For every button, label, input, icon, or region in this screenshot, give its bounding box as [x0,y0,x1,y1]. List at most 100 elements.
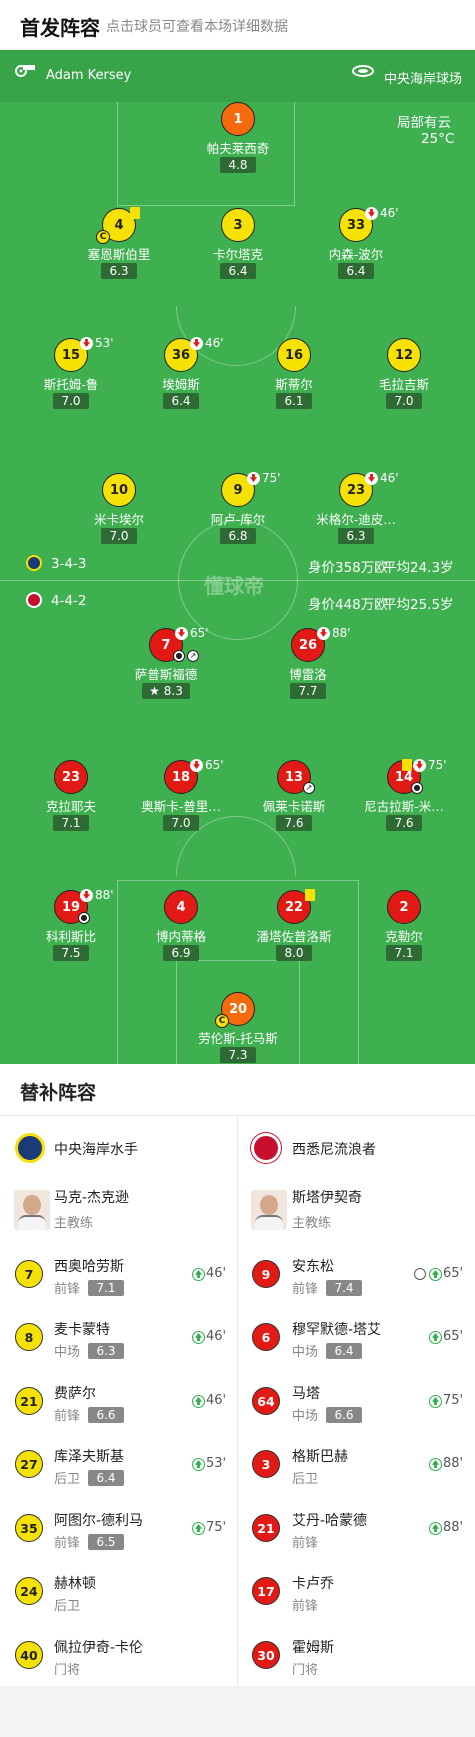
sub-number: 24 [15,1577,43,1605]
captain-icon: C [96,230,110,244]
home-team-badge-icon [26,555,42,571]
sub-name: 格斯巴赫 [292,1449,348,1465]
away-player-20[interactable]: 20 劳伦斯-托马斯 7.3 C [178,992,298,1064]
away-player-14[interactable]: 14 尼古拉斯-米… 7.6 75' ● [344,758,464,836]
player-name: 萨普斯福德 [134,667,198,682]
away-player-26[interactable]: 26 博雷洛 7.7 88' [248,626,368,704]
away-team-name[interactable]: 西悉尼流浪者 [292,1139,376,1159]
sub-minute: 53' [206,1456,227,1471]
sub-position: 中场 [54,1345,81,1360]
home-player-1[interactable]: 1 帕夫莱西奇 4.8 [178,102,298,178]
sub-off-icon [365,472,378,485]
sub-on-icon [429,1458,442,1471]
sub-number: 17 [252,1577,280,1605]
sub-number: 64 [252,1387,280,1415]
player-name: 卡尔塔克 [212,247,263,262]
sub-position: 中场 [292,1345,319,1360]
home-player-10[interactable]: 10 米卡埃尔 7.0 [59,473,179,549]
sub-name: 赫林顿 [54,1576,96,1592]
sub-on-icon [192,1268,205,1281]
home-coach-role: 主教练 [54,1216,94,1231]
away-player-23[interactable]: 23 克拉耶夫 7.1 [11,760,131,836]
sub-name: 麦卡蒙特 [54,1322,110,1338]
away-player-4[interactable]: 4 博内蒂格 6.9 [121,890,241,966]
whistle-icon [15,65,35,77]
home-player-4[interactable]: 4 塞恩斯伯里 6.3 C [59,207,179,284]
away-coach-name[interactable]: 斯塔伊契奇 [292,1187,362,1207]
pitch: Adam Kersey 中央海岸球场 局部有云 25°C 懂球帝 3-4-3 身… [0,50,475,1064]
player-name: 阿卢-库尔 [210,512,266,527]
home-average-age: 平均24.3岁 [383,560,454,576]
player-rating: 7.0 [386,393,422,409]
sub-rating: 6.5 [88,1534,124,1550]
away-player-2[interactable]: 2 克勒尔 7.1 [344,890,464,966]
sub-number: 27 [15,1450,43,1478]
sub-minute: 65' [190,626,209,640]
away-player-19[interactable]: 19 科利斯比 7.5 88' ● [11,888,131,966]
sub-minute: 46' [206,1393,227,1408]
sub-rating: 7.1 [88,1280,124,1296]
sub-off-icon [175,627,188,640]
captain-icon: C [215,1014,229,1028]
sub-number: 9 [252,1260,280,1288]
sub-number: 7 [15,1260,43,1288]
player-name: 克勒尔 [385,929,423,944]
sub-minute: 46' [206,1266,227,1281]
sub-name: 穆罕默德-塔艾 [292,1322,382,1338]
player-rating: 7.6 [276,815,312,831]
home-team-name[interactable]: 中央海岸水手 [54,1139,138,1159]
yellow-card-icon [130,207,140,219]
sub-off-icon [247,472,260,485]
player-rating: 7.1 [53,815,89,831]
player-rating: 7.0 [53,393,89,409]
player-rating: 7.0 [163,815,199,831]
home-team-logo-icon [15,1133,45,1163]
sub-minute: 46' [380,471,399,485]
away-player-7[interactable]: 7 萨普斯福德 ★ 8.3 65' ● ↗ [106,626,226,704]
sub-position: 后卫 [54,1472,81,1487]
player-rating: 7.1 [386,945,422,961]
home-player-9[interactable]: 9 阿卢-库尔 6.8 75' [178,471,298,549]
away-team-badge-icon [26,592,42,608]
away-coach-role: 主教练 [292,1216,332,1231]
player-rating: 7.5 [53,945,89,961]
player-name: 塞恩斯伯里 [87,247,151,262]
player-name: 米卡埃尔 [93,512,144,527]
player-number: 1 [221,102,255,136]
away-market-value: 身价448万欧 [308,597,388,613]
sub-off-icon [80,337,93,350]
away-player-13[interactable]: 13 佩莱卡诺斯 7.6 ↗ [234,760,354,836]
match-info-bar: Adam Kersey 中央海岸球场 [0,50,475,102]
sub-rating: 6.6 [326,1407,362,1423]
away-player-22[interactable]: 22 潘塔佐普洛斯 8.0 [234,889,354,966]
sub-name: 安东松 [292,1259,334,1275]
subs-title: 替补阵容 [20,1082,97,1104]
yellow-card-icon [305,889,315,901]
player-number: 23 [54,760,88,794]
sub-on-icon [429,1331,442,1344]
assist-icon: ↗ [187,650,199,662]
player-name: 斯托姆-鲁 [43,377,99,392]
player-name: 米格尔-迪皮… [316,512,396,527]
home-player-36[interactable]: 36 埃姆斯 6.4 46' [121,336,241,414]
home-player-3[interactable]: 3 卡尔塔克 6.4 [178,208,298,284]
sub-minute: 65' [443,1329,464,1344]
player-rating: 7.3 [220,1047,256,1063]
away-team-logo-icon [251,1133,281,1163]
player-rating-value: 8.3 [163,684,183,698]
player-name: 科利斯比 [45,929,96,944]
page-subtitle: 点击球员可查看本场详细数据 [106,19,288,35]
yellow-card-icon [402,759,412,771]
home-player-23[interactable]: 23 米格尔-迪皮… 6.3 46' [296,471,416,549]
away-player-18[interactable]: 18 奥斯卡-普里… 7.0 65' [121,758,241,836]
player-name: 克拉耶夫 [45,799,96,814]
home-player-16[interactable]: 16 斯蒂尔 6.1 [234,338,354,414]
home-player-12[interactable]: 12 毛拉吉斯 7.0 [344,338,464,414]
sub-rating: 6.4 [88,1470,124,1486]
home-player-15[interactable]: 15 斯托姆-鲁 7.0 53' [11,336,131,414]
sub-minute: 46' [206,1329,227,1344]
sub-rating: 6.4 [326,1343,362,1359]
home-player-33[interactable]: 33 内森-波尔 6.4 46' [296,206,416,284]
sub-number: 6 [252,1323,280,1351]
home-coach-name[interactable]: 马克-杰克逊 [54,1187,129,1207]
